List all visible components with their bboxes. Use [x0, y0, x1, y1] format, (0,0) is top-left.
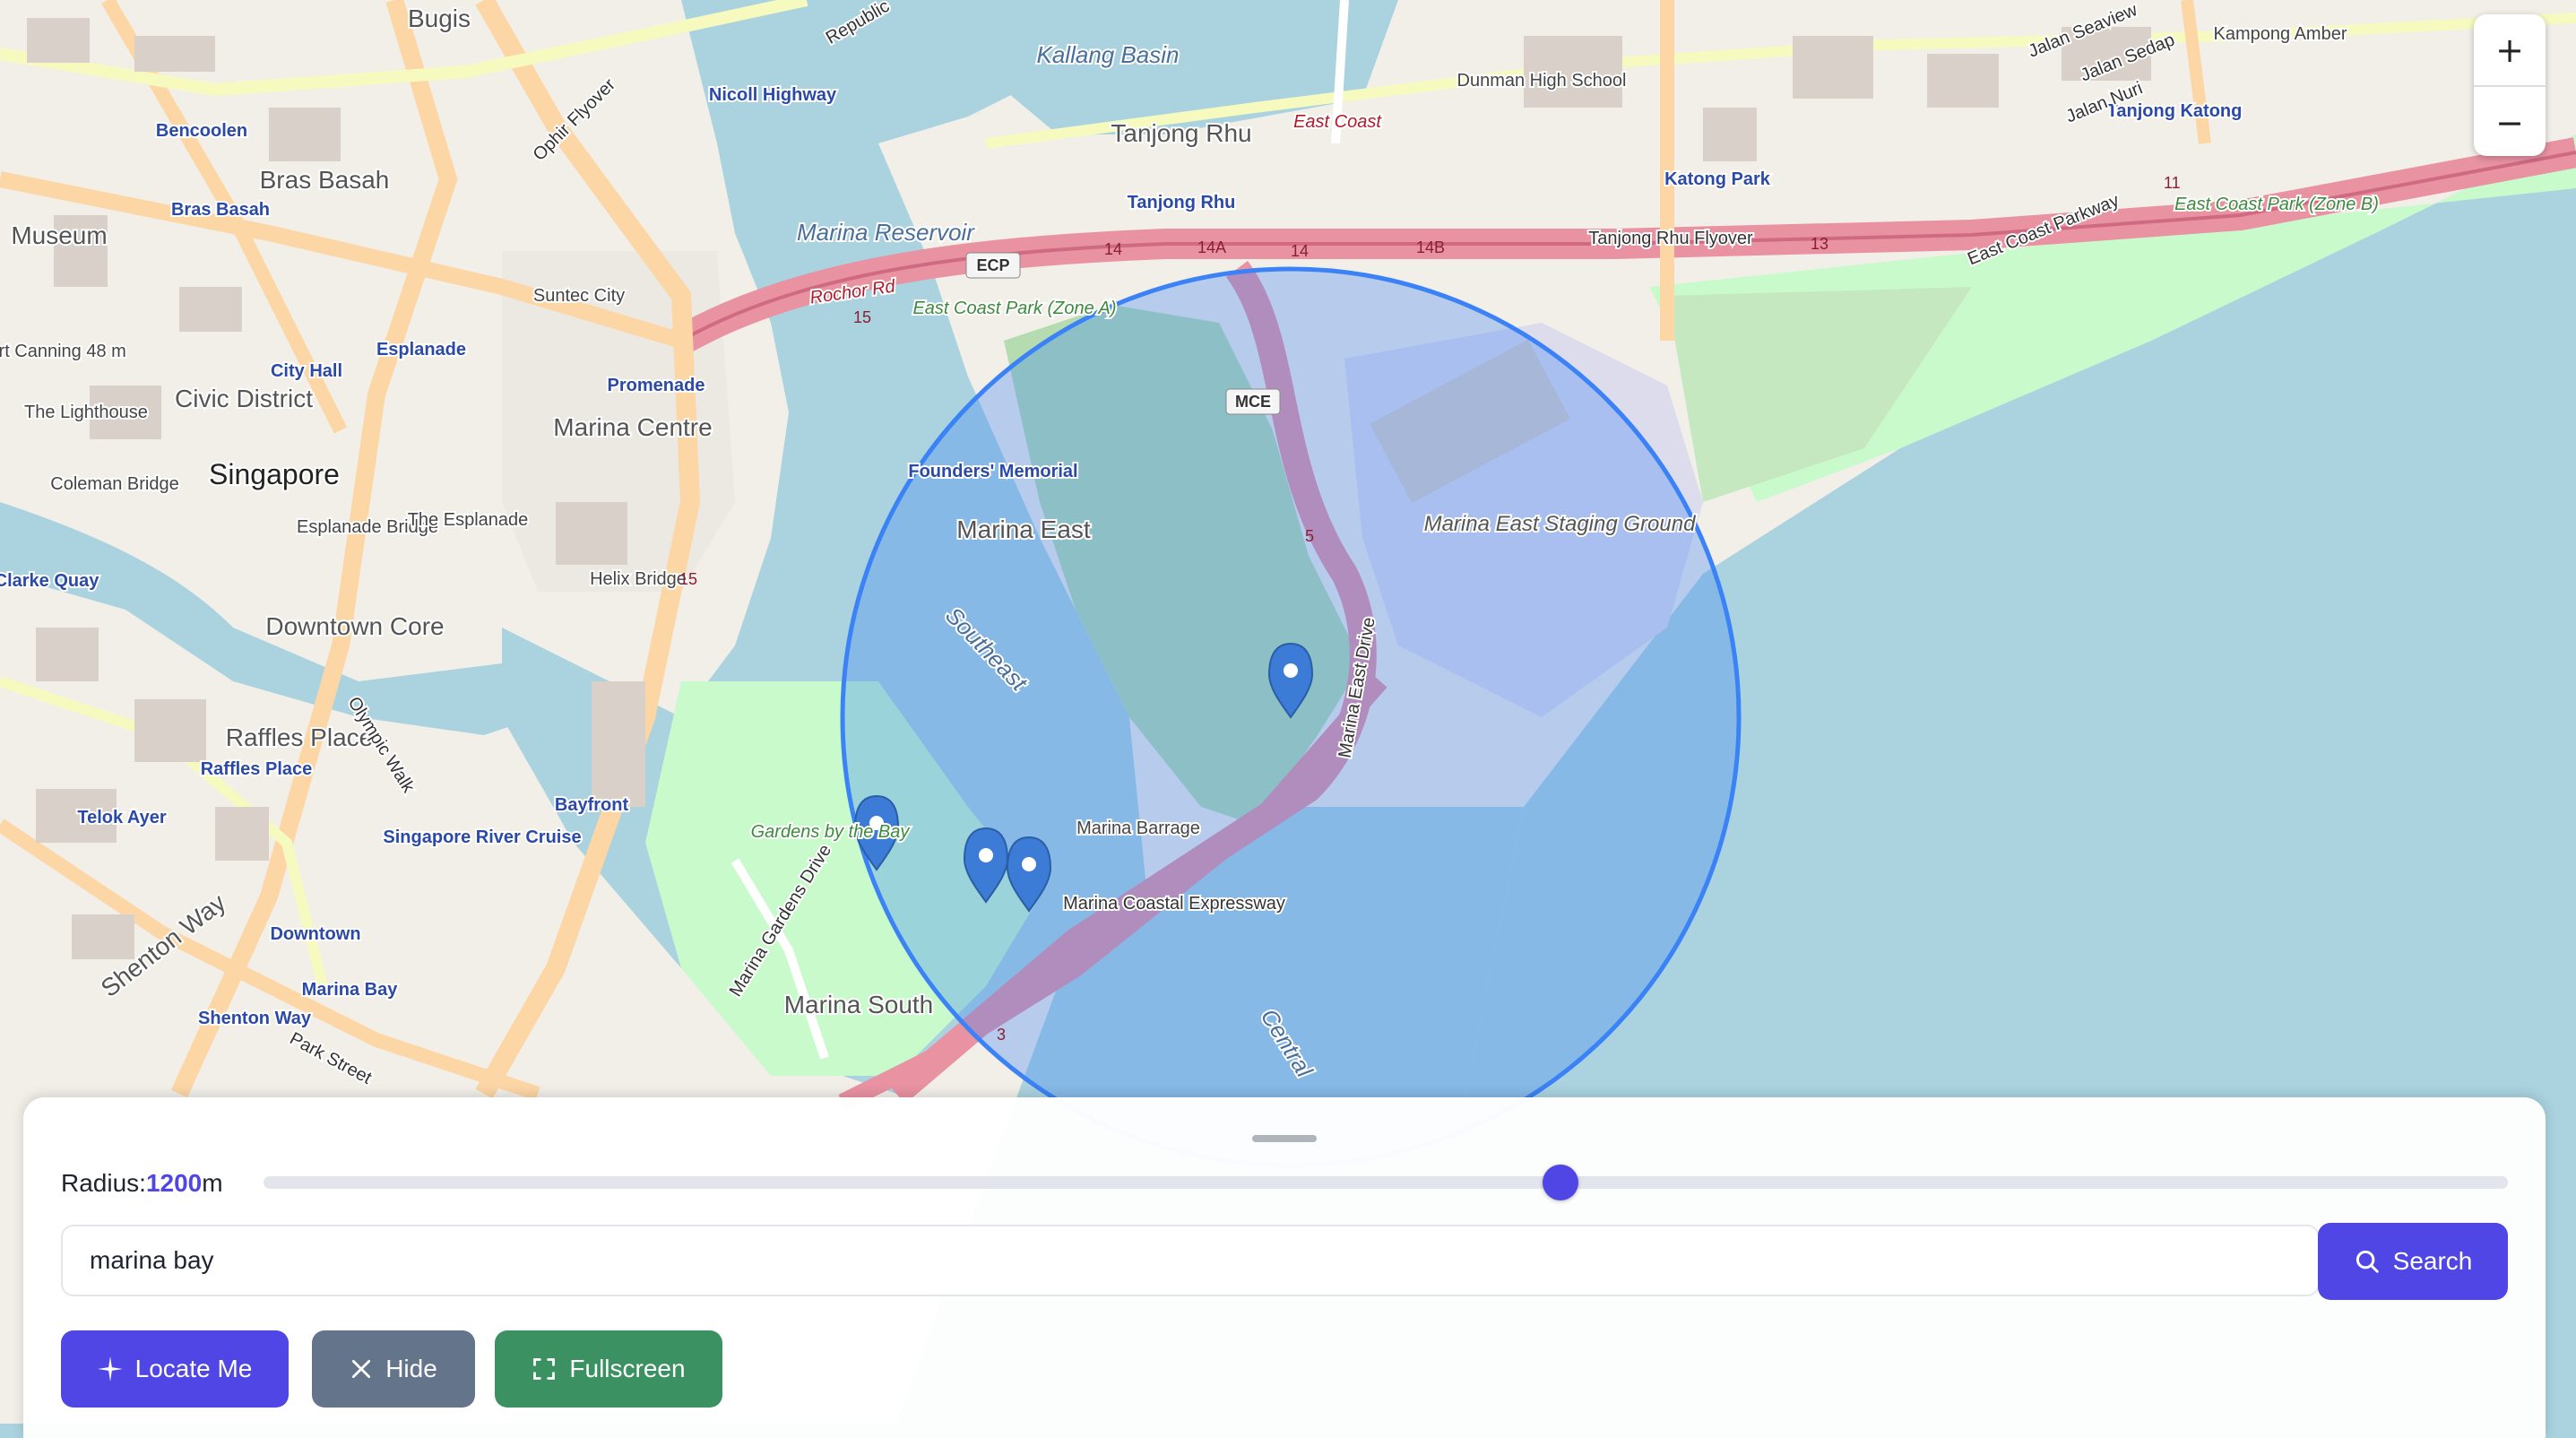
map-road-ref: 15: [679, 570, 697, 588]
map-place-label: Singapore River Cruise: [383, 827, 581, 847]
map-place-label: Founders' Memorial: [908, 462, 1077, 481]
map-place-label: Esplanade: [376, 340, 466, 360]
zoom-in-button[interactable]: +: [2474, 14, 2546, 85]
map-place-label: Bras Basah: [260, 166, 390, 194]
map-place-label: Bras Basah: [171, 200, 270, 220]
map-place-label: City Hall: [271, 361, 342, 381]
search-button[interactable]: Search: [2318, 1223, 2508, 1300]
map-place-label: Marina East: [956, 515, 1091, 543]
radius-label-text: Radius:: [61, 1169, 146, 1197]
map-road-ref: 11: [2164, 174, 2181, 192]
map-place-label: Suntec City: [533, 286, 625, 306]
map-road-ref: 15: [853, 308, 871, 326]
map-place-label: Katong Park: [1664, 169, 1771, 189]
radius-slider[interactable]: [264, 1165, 2508, 1200]
map-place-label: Tanjong Rhu Flyover: [1588, 229, 1753, 248]
map-place-label: Gardens by the Bay: [751, 822, 911, 842]
map-place-label: East Coast Park (Zone B): [2174, 195, 2379, 214]
locate-me-button[interactable]: Locate Me: [61, 1330, 289, 1408]
map-place-label: Bayfront: [555, 795, 629, 815]
map-place-label: Bencoolen: [156, 121, 247, 141]
map-place-label: Raffles Place: [226, 723, 373, 751]
map-road-ref: 13: [1811, 235, 1828, 253]
hide-button[interactable]: Hide: [312, 1330, 475, 1408]
map-place-label: Tanjong Rhu: [1128, 193, 1236, 212]
map-road-ref: 3: [997, 1026, 1006, 1044]
map-place-label: East Coast: [1293, 112, 1382, 132]
map-place-label: Civic District: [175, 385, 313, 412]
map-place-label: Raffles Place: [201, 759, 313, 779]
locate-me-label: Locate Me: [134, 1355, 253, 1382]
map-place-label: Nicoll Highway: [709, 85, 837, 105]
radius-unit: m: [202, 1169, 223, 1197]
map-place-label: Kampong Amber: [2214, 24, 2347, 44]
map-place-label: Downtown Core: [265, 612, 444, 640]
map-place-label: MCE: [1235, 393, 1271, 411]
map-place-label: Tanjong Katong: [2107, 101, 2243, 121]
map-place-label: Downtown: [270, 924, 360, 944]
map-place-label: Museum: [11, 221, 107, 249]
map-road-ref: 5: [1305, 527, 1314, 545]
search-input[interactable]: [61, 1225, 2320, 1296]
radius-value: 1200: [145, 1169, 203, 1197]
map-place-label: Telok Ayer: [77, 808, 167, 827]
close-icon: [352, 1359, 371, 1379]
search-button-label: Search: [2392, 1247, 2473, 1275]
map-place-label: East Coast Park (Zone A): [912, 299, 1116, 318]
map-place-label: Helix Bridge: [590, 569, 687, 589]
map-place-label: Shenton Way: [198, 1009, 312, 1028]
fullscreen-label: Fullscreen: [569, 1355, 686, 1382]
map-place-label: Bugis: [408, 4, 471, 32]
zoom-control: + −: [2474, 14, 2546, 156]
map-place-label: Tanjong Rhu: [1111, 119, 1251, 147]
drag-handle[interactable]: [1252, 1135, 1317, 1142]
radius-label: Radius: 1200 m: [61, 1165, 223, 1201]
crosshair-icon: [97, 1356, 123, 1382]
map-place-label: Coleman Bridge: [50, 474, 178, 494]
fullscreen-icon: [533, 1358, 556, 1380]
map-place-label: Marina Reservoir: [797, 219, 975, 246]
map-place-label: Kallang Basin: [1037, 41, 1180, 68]
map-road-ref: 14: [1291, 242, 1309, 260]
map-place-label: Dunman High School: [1457, 71, 1627, 91]
map-place-label: Marina East Staging Ground: [1424, 512, 1696, 536]
radius-slider-thumb[interactable]: [1543, 1165, 1579, 1200]
map-place-label: Marina Centre: [553, 413, 712, 441]
zoom-out-button[interactable]: −: [2474, 85, 2546, 156]
map-place-label: Marina Bay: [302, 980, 399, 1000]
map-road-ref: 14A: [1197, 238, 1226, 256]
map-road-ref: 14: [1104, 240, 1122, 258]
hide-label: Hide: [385, 1355, 437, 1382]
map-place-label: Clarke Quay: [0, 571, 99, 591]
map-road-ref: 14B: [1416, 238, 1445, 256]
map-place-label: Promenade: [608, 376, 705, 395]
map-place-label: Marina Barrage: [1076, 819, 1200, 838]
map-place-label: Marina South: [784, 991, 934, 1018]
map-place-label: Marina Coastal Expressway: [1063, 894, 1285, 914]
map-place-label: The Esplanade: [408, 510, 529, 530]
map-place-label: The Lighthouse: [24, 403, 148, 422]
fullscreen-button[interactable]: Fullscreen: [495, 1330, 722, 1408]
search-panel: Radius: 1200 m Search Locate Me Hide Ful…: [23, 1097, 2546, 1438]
map-place-label: Singapore: [209, 458, 340, 490]
map-place-label: Fort Canning 48 m: [0, 342, 126, 361]
search-icon: [2356, 1250, 2379, 1273]
map-place-label: ECP: [976, 256, 1009, 274]
